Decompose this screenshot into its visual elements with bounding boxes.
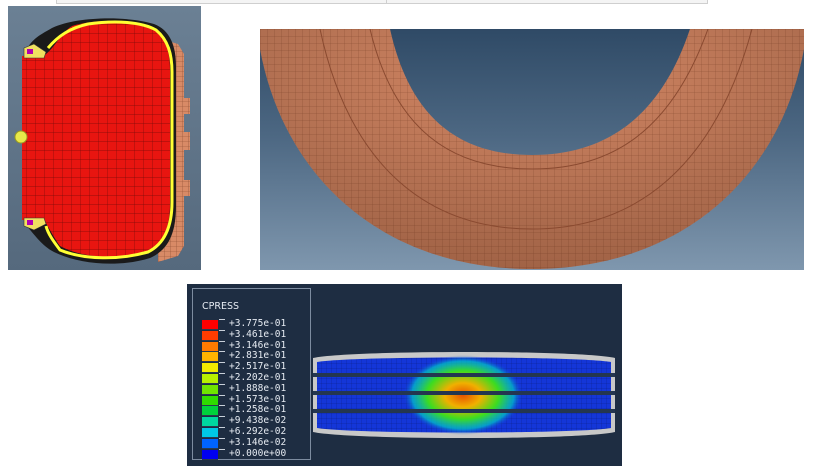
- legend-swatch: [202, 374, 218, 384]
- legend-swatch: [202, 384, 218, 395]
- reference-point-marker[interactable]: [14, 130, 28, 144]
- tread-rib-1: [184, 98, 190, 114]
- footprint-canvas: [313, 352, 615, 438]
- tire-3d-canvas: [260, 29, 804, 269]
- legend-swatch: [202, 438, 218, 449]
- legend-title: CPRESS: [202, 301, 240, 312]
- bead-wire-top: [27, 49, 33, 54]
- legend-label: +3.461e-01: [229, 328, 287, 340]
- legend-tick: [219, 351, 225, 353]
- legend-swatch: [202, 428, 218, 438]
- cross-section-canvas: [14, 18, 190, 264]
- legend-swatch: [202, 449, 218, 460]
- window-top-divider: [386, 0, 387, 3]
- legend-tick: [219, 427, 225, 428]
- legend-label: +1.573e-01: [229, 393, 287, 405]
- legend-tick: [219, 362, 225, 364]
- legend-label: +6.292e-02: [229, 426, 287, 437]
- legend-tick: [219, 383, 225, 385]
- legend-entry: +0.000e+00: [202, 447, 302, 460]
- legend-swatch: [202, 330, 218, 341]
- legend-label: +9.438e-02: [229, 415, 287, 427]
- legend-tick: [219, 319, 225, 320]
- legend-label: +1.888e-01: [229, 382, 287, 394]
- legend-tick: [219, 405, 225, 407]
- tire-3d-view[interactable]: [260, 29, 804, 270]
- legend-swatch: [202, 341, 218, 352]
- legend-tick: [219, 416, 225, 418]
- legend-label: +1.258e-01: [229, 404, 287, 416]
- tire-cross-section-view[interactable]: [8, 6, 201, 270]
- tread-rib-3: [184, 180, 190, 196]
- legend-tick: [219, 340, 225, 342]
- groove-2: [313, 391, 615, 395]
- contact-pressure-view[interactable]: CPRESS +3.775e-01 +3.461e-01 +3.146e-01 …: [187, 284, 622, 466]
- legend-tick: [219, 329, 225, 331]
- legend-swatch: [202, 363, 218, 374]
- legend-tick: [219, 373, 225, 374]
- legend-label: +2.202e-01: [229, 372, 287, 383]
- tread-rib-2: [184, 132, 190, 150]
- legend-label: +2.517e-01: [229, 361, 287, 373]
- legend-tick: [219, 394, 225, 396]
- legend-label: +3.775e-01: [229, 318, 287, 329]
- legend-label: +2.831e-01: [229, 350, 287, 362]
- legend-tick: [219, 437, 225, 439]
- legend-label: +0.000e+00: [229, 447, 287, 459]
- legend-label: +3.146e-01: [229, 339, 287, 351]
- bead-wire-bottom: [27, 220, 33, 225]
- legend-swatch: [202, 417, 218, 428]
- legend-label: +3.146e-02: [229, 436, 287, 448]
- legend-swatch: [202, 406, 218, 417]
- groove-3: [313, 409, 615, 413]
- legend-swatch: [202, 395, 218, 406]
- groove-1: [313, 373, 615, 377]
- tire-ring-shading: [260, 29, 804, 269]
- legend-swatch: [202, 320, 218, 330]
- legend-tick: [219, 448, 225, 450]
- window-top-strip: [56, 0, 708, 4]
- legend-swatch: [202, 352, 218, 363]
